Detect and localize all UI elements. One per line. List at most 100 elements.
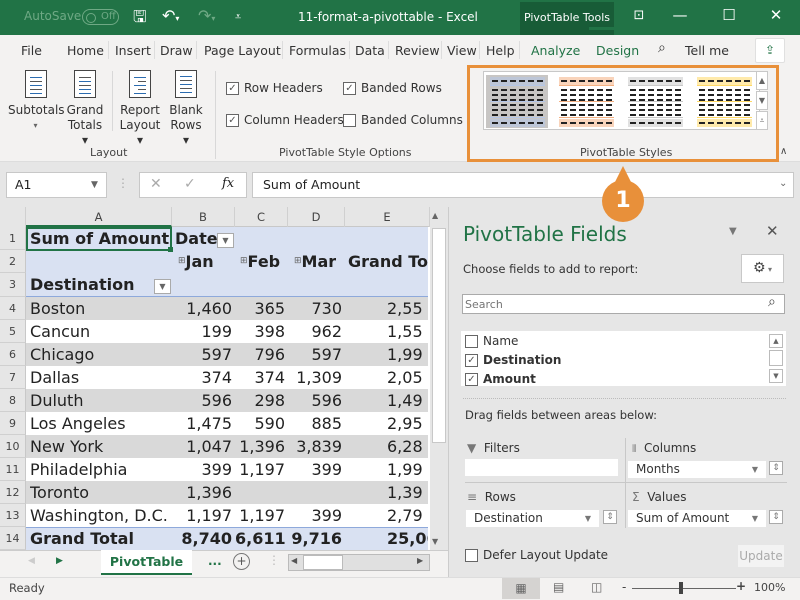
prev-sheet-icon[interactable]: ◀ (28, 556, 35, 566)
row-header[interactable]: 5 (0, 320, 26, 343)
cell-jan[interactable]: 1,047 (172, 435, 232, 458)
scroll-up-icon[interactable]: ▲ (432, 211, 438, 220)
row-header[interactable]: 3 (0, 273, 26, 297)
date-filter-dropdown[interactable]: ▼ (217, 233, 234, 248)
cell-destination[interactable]: Chicago (30, 343, 170, 366)
cell-destination[interactable]: Cancun (30, 320, 170, 343)
grand-total-total[interactable]: 25,06 (387, 527, 428, 550)
field-destination[interactable]: ✓ Destination (465, 353, 561, 367)
filters-area-drop[interactable] (465, 459, 618, 476)
cell-destination[interactable]: Philadelphia (30, 458, 170, 481)
row-header[interactable]: 7 (0, 366, 26, 389)
cancel-icon[interactable]: ✕ (150, 176, 162, 192)
formula-bar-grip-icon[interactable]: ⋮ (117, 176, 129, 190)
grand-total-mar[interactable]: 9,716 (288, 527, 342, 550)
cell-jan[interactable]: 399 (172, 458, 232, 481)
tab-draw[interactable]: Draw (160, 43, 193, 58)
cell-mar[interactable]: 962 (288, 320, 342, 343)
cell-mar[interactable]: 885 (288, 412, 342, 435)
cell-grand-total[interactable]: 2,05 (387, 366, 428, 389)
row-header[interactable]: 9 (0, 412, 26, 435)
destination-filter-dropdown[interactable]: ▼ (154, 279, 171, 294)
sheet-tab-pivottable[interactable]: PivotTable (101, 550, 192, 575)
values-field-sum-of-amount[interactable]: Sum of Amount ▼ (628, 510, 766, 527)
cell-jan[interactable]: 1,460 (172, 297, 232, 320)
grand-total-label[interactable]: Grand Total (30, 527, 134, 550)
autosave-toggle[interactable]: Off (82, 9, 119, 25)
month-feb[interactable]: ⊞Feb (240, 250, 280, 273)
next-sheet-icon[interactable]: ▶ (56, 556, 63, 566)
columns-field-months[interactable]: Months ▼ (628, 461, 766, 478)
zoom-slider[interactable] (632, 588, 736, 589)
banded-columns-checkbox[interactable]: Banded Columns (343, 113, 463, 127)
cell-destination[interactable]: Duluth (30, 389, 170, 412)
zoom-out-icon[interactable]: - (622, 580, 626, 594)
horizontal-scrollbar[interactable]: ◀ ▶ (288, 554, 430, 571)
cell-grand-total[interactable]: 6,28 (387, 435, 428, 458)
pane-options-icon[interactable]: ▼ (729, 226, 737, 237)
field-list-scroll-down-icon[interactable]: ▼ (769, 369, 783, 383)
column-headers-checkbox[interactable]: ✓ Column Headers (226, 113, 344, 127)
row-header[interactable]: 2 (0, 250, 26, 273)
name-box-dropdown-icon[interactable]: ▼ (91, 172, 98, 198)
tab-insert[interactable]: Insert (115, 43, 151, 58)
cell-mar[interactable]: 730 (288, 297, 342, 320)
report-layout-button[interactable]: Report Layout ▾ (117, 70, 163, 148)
cell-a1[interactable]: Sum of Amount (30, 227, 169, 250)
cell-mar[interactable] (288, 481, 342, 504)
close-pane-icon[interactable]: ✕ (766, 222, 779, 240)
update-button[interactable]: Update (738, 545, 784, 567)
tell-me-input[interactable]: Tell me (685, 43, 729, 58)
cell-feb[interactable]: 374 (235, 366, 285, 389)
column-header-d[interactable]: D (288, 207, 345, 227)
tab-review[interactable]: Review (395, 43, 440, 58)
row-header[interactable]: 13 (0, 504, 26, 527)
cell-mar[interactable]: 597 (288, 343, 342, 366)
row-header[interactable]: 1 (0, 227, 26, 250)
cell-feb[interactable] (235, 481, 285, 504)
cell-grand-total[interactable]: 2,55 (387, 297, 428, 320)
row-header[interactable]: 4 (0, 297, 26, 320)
tab-home[interactable]: Home (67, 43, 104, 58)
page-break-view-icon[interactable]: ◫ (591, 580, 602, 594)
grand-total-column-header[interactable]: Grand Tot (348, 250, 428, 273)
cell-destination[interactable]: Toronto (30, 481, 170, 504)
defer-layout-checkbox[interactable]: Defer Layout Update (465, 548, 608, 562)
row-label-destination[interactable]: Destination (30, 273, 135, 296)
cell-destination[interactable]: New York (30, 435, 170, 458)
cell-b1[interactable]: Date (175, 227, 218, 250)
tab-analyze[interactable]: Analyze (531, 43, 580, 58)
row-header[interactable]: 8 (0, 389, 26, 412)
style-swatch[interactable] (693, 75, 755, 128)
tab-split-grip[interactable]: ⋮ (268, 553, 280, 567)
maximize-icon[interactable]: ☐ (714, 6, 744, 24)
style-swatch[interactable] (624, 75, 686, 128)
field-amount[interactable]: ✓ Amount (465, 372, 536, 386)
zoom-in-icon[interactable]: + (736, 579, 746, 593)
enter-icon[interactable]: ✓ (184, 176, 196, 192)
row-header[interactable]: 14 (0, 527, 26, 550)
redo-icon[interactable]: ↷▾ (198, 6, 215, 25)
month-jan[interactable]: ⊞Jan (178, 250, 214, 273)
cell-jan[interactable]: 1,197 (172, 504, 232, 527)
row-header[interactable]: 12 (0, 481, 26, 504)
cell-jan[interactable]: 596 (172, 389, 232, 412)
zoom-slider-thumb[interactable] (679, 582, 683, 594)
cell-jan[interactable]: 199 (172, 320, 232, 343)
cell-mar[interactable]: 1,309 (288, 366, 342, 389)
cell-grand-total[interactable]: 1,99 (387, 343, 428, 366)
move-handle-icon[interactable]: ⇕ (769, 510, 783, 524)
save-icon[interactable]: 🖫 (133, 6, 147, 33)
gallery-scroll-down-icon[interactable]: ▼ (756, 91, 768, 110)
more-sheets-button[interactable]: ... (208, 554, 222, 568)
blank-rows-button[interactable]: Blank Rows ▾ (166, 70, 206, 148)
normal-view-icon[interactable]: ▦ (502, 578, 540, 599)
column-header-e[interactable]: E (345, 207, 430, 227)
cell-feb[interactable]: 1,396 (235, 435, 285, 458)
cell-mar[interactable]: 399 (288, 458, 342, 481)
row-header[interactable]: 10 (0, 435, 26, 458)
select-all-corner[interactable] (0, 207, 26, 227)
column-header-a[interactable]: A (26, 207, 172, 227)
zoom-level[interactable]: 100% (754, 581, 785, 594)
move-handle-icon[interactable]: ⇕ (769, 461, 783, 475)
